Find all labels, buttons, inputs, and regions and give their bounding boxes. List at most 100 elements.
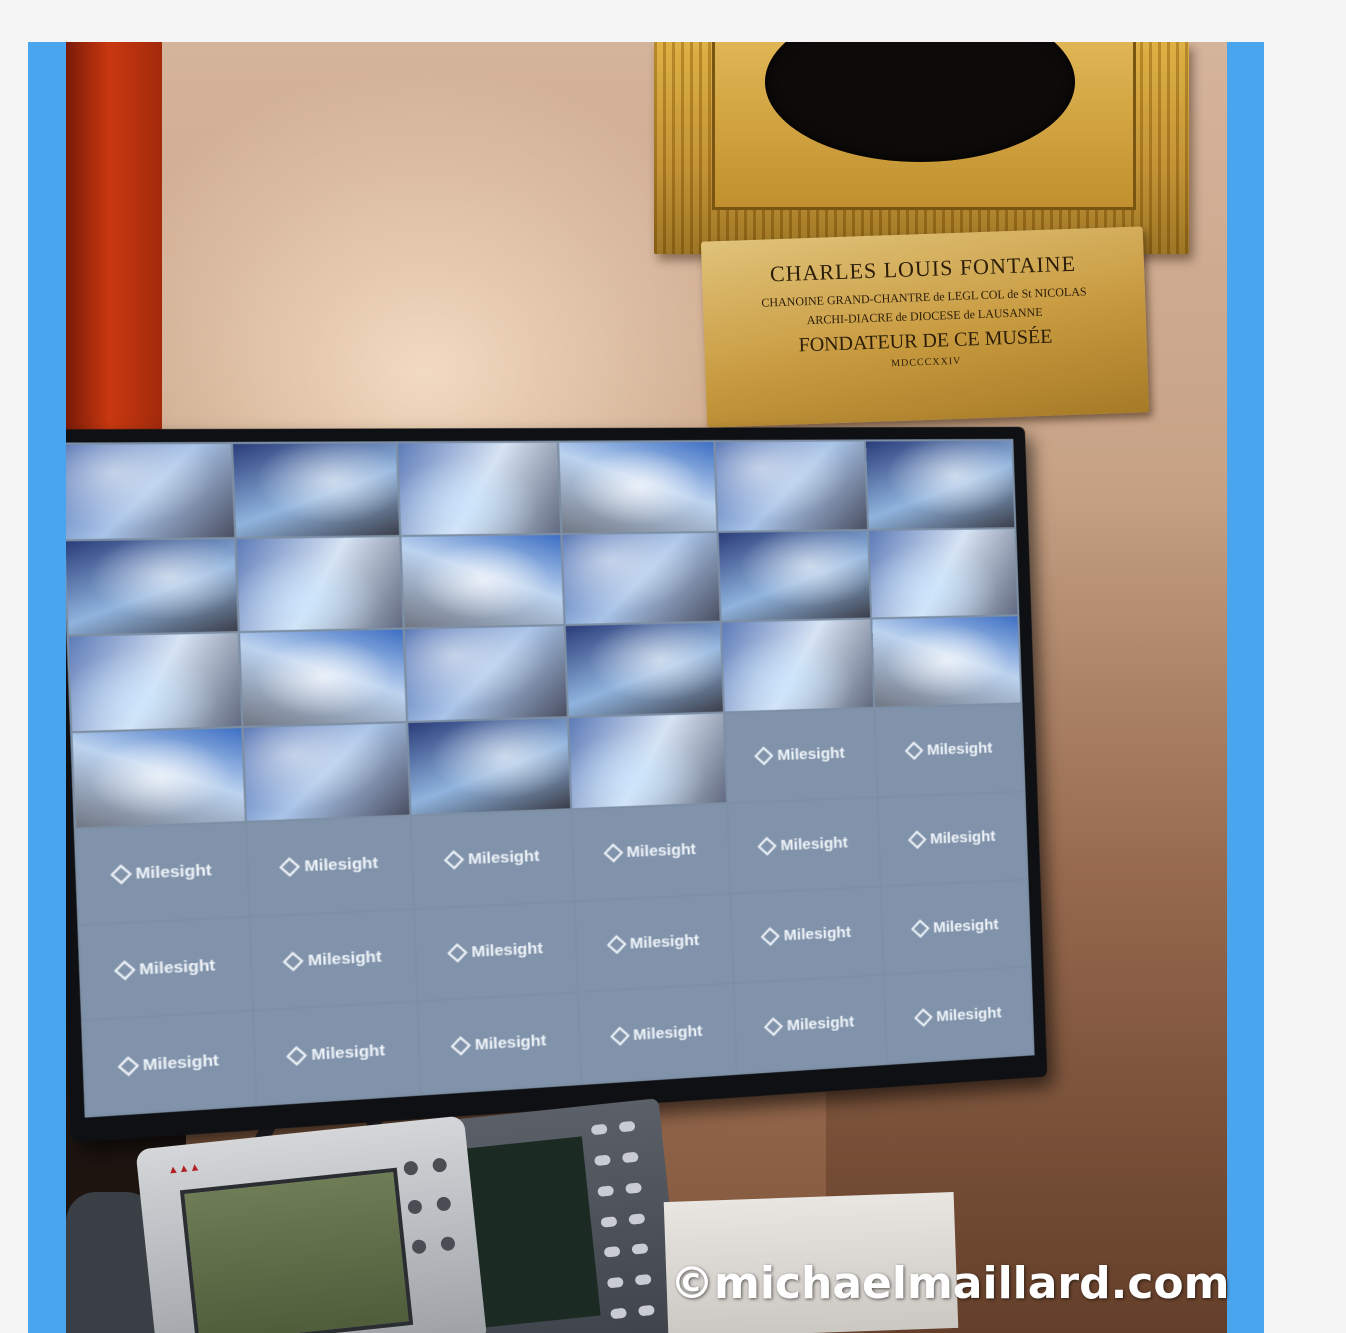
milesight-logo: Milesight — [911, 915, 999, 938]
milesight-logo-text: Milesight — [311, 1041, 386, 1064]
milesight-logo-text: Milesight — [783, 923, 852, 945]
milesight-logo: Milesight — [908, 828, 996, 850]
camera-feed-tile — [405, 626, 567, 722]
milesight-diamond-icon — [110, 864, 132, 885]
camera-feed-tile — [565, 623, 723, 717]
milesight-logo: Milesight — [764, 1012, 855, 1036]
empty-camera-slot: Milesight — [882, 880, 1030, 974]
milesight-logo-text: Milesight — [307, 947, 382, 970]
milesight-diamond-icon — [450, 1035, 472, 1056]
console-key — [603, 1246, 621, 1259]
empty-camera-slot: Milesight — [83, 1012, 255, 1116]
milesight-logo: Milesight — [904, 740, 993, 761]
milesight-diamond-icon — [113, 960, 136, 981]
phone-key — [431, 1157, 448, 1173]
camera-feed-tile — [718, 530, 871, 622]
milesight-diamond-icon — [283, 951, 305, 972]
milesight-logo: Milesight — [286, 1041, 386, 1066]
console-key — [597, 1185, 615, 1197]
milesight-diamond-icon — [908, 830, 927, 850]
milesight-logo: Milesight — [279, 854, 378, 878]
milesight-logo: Milesight — [606, 931, 700, 955]
console-key — [625, 1182, 643, 1194]
console-key — [610, 1307, 628, 1320]
phone-key — [440, 1235, 456, 1252]
milesight-diamond-icon — [447, 943, 468, 963]
camera-feed-tile — [872, 616, 1021, 707]
console-key — [618, 1120, 636, 1133]
empty-camera-slot: Milesight — [415, 901, 577, 1001]
phone-keys — [403, 1157, 464, 1272]
camera-feed-tile — [866, 440, 1015, 529]
camera-feed-tile — [66, 538, 238, 636]
milesight-diamond-icon — [761, 926, 781, 946]
milesight-diamond-icon — [754, 746, 774, 766]
camera-feed-tile — [243, 723, 410, 821]
plaque-name: CHARLES LOUIS FONTAINE — [769, 250, 1077, 287]
milesight-diamond-icon — [606, 934, 627, 955]
surveillance-monitor: Milesight Milesight Milesight Milesight Mile… — [66, 426, 1048, 1143]
milesight-logo-text: Milesight — [135, 861, 213, 884]
camera-feed-tile — [715, 441, 868, 531]
console-key — [634, 1274, 652, 1286]
milesight-logo-text: Milesight — [626, 840, 697, 862]
milesight-diamond-icon — [286, 1045, 308, 1066]
console-key — [593, 1154, 611, 1166]
camera-feed-tile — [869, 528, 1018, 618]
milesight-logo-text: Milesight — [932, 915, 999, 937]
empty-camera-slot: Milesight — [885, 967, 1033, 1063]
camera-feed-tile — [398, 442, 561, 535]
milesight-diamond-icon — [911, 919, 930, 938]
milesight-logo-text: Milesight — [777, 744, 845, 765]
brass-plaque: CHARLES LOUIS FONTAINE CHANOINE GRAND-CH… — [700, 226, 1150, 428]
photo: CHARLES LOUIS FONTAINE CHANOINE GRAND-CH… — [66, 42, 1227, 1333]
empty-camera-slot: Milesight — [878, 792, 1027, 886]
milesight-diamond-icon — [904, 741, 924, 761]
milesight-logo: Milesight — [447, 939, 543, 963]
milesight-logo-text: Milesight — [786, 1012, 855, 1035]
camera-feed-tile — [559, 442, 717, 533]
milesight-logo: Milesight — [609, 1022, 703, 1046]
empty-camera-slot: Milesight — [579, 984, 736, 1083]
camera-feed-tile — [236, 536, 403, 632]
camera-feed-tile — [232, 443, 400, 537]
milesight-logo-text: Milesight — [474, 1031, 547, 1054]
milesight-logo-text: Milesight — [138, 956, 216, 979]
milesight-diamond-icon — [279, 857, 301, 878]
milesight-logo: Milesight — [761, 923, 852, 946]
milesight-logo-text: Milesight — [142, 1051, 220, 1075]
console-key — [606, 1277, 624, 1289]
milesight-logo: Milesight — [283, 947, 382, 972]
empty-camera-slot: Milesight — [79, 917, 252, 1020]
empty-camera-slot: Milesight — [246, 816, 414, 916]
camera-feed-tile — [66, 444, 234, 539]
milesight-logo-text: Milesight — [467, 847, 540, 869]
frame-inner-molding — [712, 42, 1136, 210]
console-key — [621, 1151, 639, 1164]
empty-camera-slot: Milesight — [734, 976, 887, 1073]
gilded-portrait-frame — [654, 42, 1189, 254]
milesight-logo: Milesight — [914, 1004, 1002, 1027]
empty-camera-slot: Milesight — [731, 887, 884, 983]
camera-feed-tile — [401, 534, 564, 628]
console-key — [637, 1304, 655, 1317]
portrait-oval — [765, 42, 1075, 162]
empty-camera-slot: Milesight — [253, 1002, 421, 1105]
milesight-logo-text: Milesight — [629, 931, 700, 953]
console-key — [590, 1123, 608, 1136]
camera-feed-tile — [721, 619, 874, 712]
empty-camera-slot: Milesight — [418, 993, 581, 1094]
milesight-diamond-icon — [603, 843, 624, 863]
milesight-logo: Milesight — [450, 1031, 547, 1056]
console-screen — [462, 1136, 601, 1328]
console-key — [631, 1243, 649, 1256]
milesight-logo: Milesight — [754, 744, 845, 766]
phone-key — [436, 1196, 452, 1212]
empty-camera-slot: Milesight — [727, 798, 880, 893]
empty-camera-slot: Milesight — [875, 704, 1024, 797]
milesight-diamond-icon — [914, 1007, 933, 1027]
milesight-logo-text: Milesight — [780, 834, 849, 855]
empty-camera-slot: Milesight — [250, 909, 417, 1010]
milesight-logo: Milesight — [110, 861, 213, 885]
camera-feed-tile — [569, 713, 726, 808]
